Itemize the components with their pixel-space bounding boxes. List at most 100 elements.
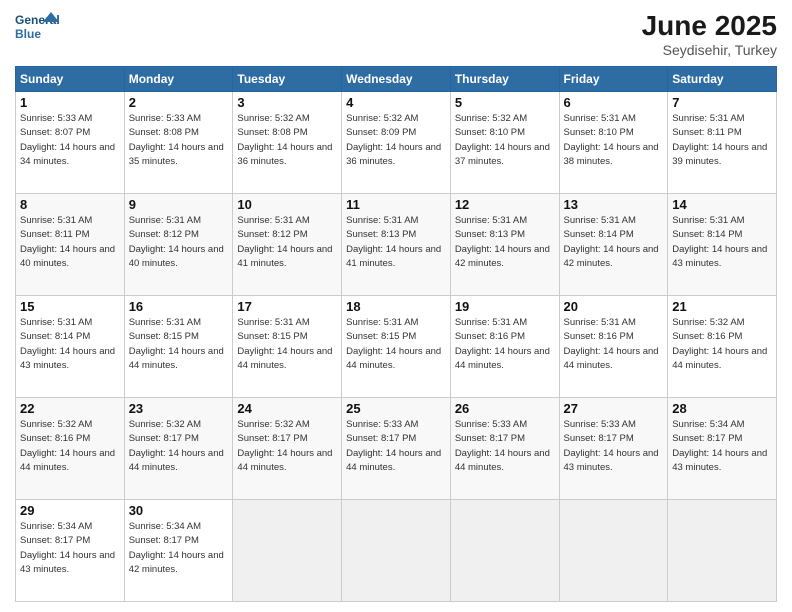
- day-number: 19: [455, 299, 555, 314]
- logo-svg: General Blue: [15, 10, 63, 46]
- day-cell: 5 Sunrise: 5:32 AMSunset: 8:10 PMDayligh…: [450, 92, 559, 194]
- day-info: Sunrise: 5:32 AMSunset: 8:10 PMDaylight:…: [455, 112, 555, 169]
- logo: General Blue: [15, 10, 63, 46]
- day-cell: 27 Sunrise: 5:33 AMSunset: 8:17 PMDaylig…: [559, 398, 668, 500]
- day-cell: 7 Sunrise: 5:31 AMSunset: 8:11 PMDayligh…: [668, 92, 777, 194]
- col-saturday: Saturday: [668, 67, 777, 92]
- day-cell: 25 Sunrise: 5:33 AMSunset: 8:17 PMDaylig…: [342, 398, 451, 500]
- day-number: 30: [129, 503, 229, 518]
- week-row-5: 29 Sunrise: 5:34 AMSunset: 8:17 PMDaylig…: [16, 500, 777, 602]
- day-number: 12: [455, 197, 555, 212]
- day-cell: 10 Sunrise: 5:31 AMSunset: 8:12 PMDaylig…: [233, 194, 342, 296]
- day-info: Sunrise: 5:34 AMSunset: 8:17 PMDaylight:…: [20, 520, 120, 577]
- day-info: Sunrise: 5:31 AMSunset: 8:11 PMDaylight:…: [672, 112, 772, 169]
- day-cell: 19 Sunrise: 5:31 AMSunset: 8:16 PMDaylig…: [450, 296, 559, 398]
- day-info: Sunrise: 5:33 AMSunset: 8:07 PMDaylight:…: [20, 112, 120, 169]
- day-info: Sunrise: 5:31 AMSunset: 8:12 PMDaylight:…: [129, 214, 229, 271]
- day-number: 4: [346, 95, 446, 110]
- day-cell: 30 Sunrise: 5:34 AMSunset: 8:17 PMDaylig…: [124, 500, 233, 602]
- day-info: Sunrise: 5:32 AMSunset: 8:09 PMDaylight:…: [346, 112, 446, 169]
- day-info: Sunrise: 5:31 AMSunset: 8:11 PMDaylight:…: [20, 214, 120, 271]
- col-friday: Friday: [559, 67, 668, 92]
- title-block: June 2025 Seydisehir, Turkey: [642, 10, 777, 58]
- day-info: Sunrise: 5:31 AMSunset: 8:14 PMDaylight:…: [564, 214, 664, 271]
- day-number: 10: [237, 197, 337, 212]
- day-cell: 9 Sunrise: 5:31 AMSunset: 8:12 PMDayligh…: [124, 194, 233, 296]
- day-cell: 16 Sunrise: 5:31 AMSunset: 8:15 PMDaylig…: [124, 296, 233, 398]
- day-info: Sunrise: 5:31 AMSunset: 8:16 PMDaylight:…: [564, 316, 664, 373]
- day-number: 22: [20, 401, 120, 416]
- day-number: 16: [129, 299, 229, 314]
- svg-text:Blue: Blue: [15, 27, 41, 41]
- day-info: Sunrise: 5:31 AMSunset: 8:15 PMDaylight:…: [129, 316, 229, 373]
- day-number: 2: [129, 95, 229, 110]
- day-info: Sunrise: 5:31 AMSunset: 8:13 PMDaylight:…: [346, 214, 446, 271]
- calendar: Sunday Monday Tuesday Wednesday Thursday…: [15, 66, 777, 602]
- day-cell: 14 Sunrise: 5:31 AMSunset: 8:14 PMDaylig…: [668, 194, 777, 296]
- day-cell: 6 Sunrise: 5:31 AMSunset: 8:10 PMDayligh…: [559, 92, 668, 194]
- day-cell: [450, 500, 559, 602]
- day-info: Sunrise: 5:32 AMSunset: 8:16 PMDaylight:…: [672, 316, 772, 373]
- day-info: Sunrise: 5:31 AMSunset: 8:15 PMDaylight:…: [237, 316, 337, 373]
- day-cell: [342, 500, 451, 602]
- day-cell: 26 Sunrise: 5:33 AMSunset: 8:17 PMDaylig…: [450, 398, 559, 500]
- day-info: Sunrise: 5:34 AMSunset: 8:17 PMDaylight:…: [129, 520, 229, 577]
- day-info: Sunrise: 5:31 AMSunset: 8:14 PMDaylight:…: [20, 316, 120, 373]
- day-number: 17: [237, 299, 337, 314]
- day-number: 15: [20, 299, 120, 314]
- week-row-3: 15 Sunrise: 5:31 AMSunset: 8:14 PMDaylig…: [16, 296, 777, 398]
- day-info: Sunrise: 5:33 AMSunset: 8:08 PMDaylight:…: [129, 112, 229, 169]
- day-cell: [668, 500, 777, 602]
- day-cell: 11 Sunrise: 5:31 AMSunset: 8:13 PMDaylig…: [342, 194, 451, 296]
- day-cell: 15 Sunrise: 5:31 AMSunset: 8:14 PMDaylig…: [16, 296, 125, 398]
- col-tuesday: Tuesday: [233, 67, 342, 92]
- day-number: 23: [129, 401, 229, 416]
- day-number: 21: [672, 299, 772, 314]
- day-number: 3: [237, 95, 337, 110]
- day-info: Sunrise: 5:32 AMSunset: 8:16 PMDaylight:…: [20, 418, 120, 475]
- day-info: Sunrise: 5:33 AMSunset: 8:17 PMDaylight:…: [564, 418, 664, 475]
- day-info: Sunrise: 5:32 AMSunset: 8:17 PMDaylight:…: [129, 418, 229, 475]
- day-number: 7: [672, 95, 772, 110]
- day-number: 20: [564, 299, 664, 314]
- day-number: 11: [346, 197, 446, 212]
- day-number: 5: [455, 95, 555, 110]
- day-number: 25: [346, 401, 446, 416]
- day-cell: 4 Sunrise: 5:32 AMSunset: 8:09 PMDayligh…: [342, 92, 451, 194]
- week-row-4: 22 Sunrise: 5:32 AMSunset: 8:16 PMDaylig…: [16, 398, 777, 500]
- day-number: 28: [672, 401, 772, 416]
- header: General Blue June 2025 Seydisehir, Turke…: [15, 10, 777, 58]
- day-cell: 17 Sunrise: 5:31 AMSunset: 8:15 PMDaylig…: [233, 296, 342, 398]
- day-number: 13: [564, 197, 664, 212]
- day-number: 18: [346, 299, 446, 314]
- day-cell: 24 Sunrise: 5:32 AMSunset: 8:17 PMDaylig…: [233, 398, 342, 500]
- day-cell: 8 Sunrise: 5:31 AMSunset: 8:11 PMDayligh…: [16, 194, 125, 296]
- day-number: 9: [129, 197, 229, 212]
- day-number: 24: [237, 401, 337, 416]
- day-number: 6: [564, 95, 664, 110]
- calendar-header-row: Sunday Monday Tuesday Wednesday Thursday…: [16, 67, 777, 92]
- day-number: 26: [455, 401, 555, 416]
- day-number: 1: [20, 95, 120, 110]
- month-title: June 2025: [642, 10, 777, 42]
- day-cell: 1 Sunrise: 5:33 AMSunset: 8:07 PMDayligh…: [16, 92, 125, 194]
- day-cell: 20 Sunrise: 5:31 AMSunset: 8:16 PMDaylig…: [559, 296, 668, 398]
- day-info: Sunrise: 5:31 AMSunset: 8:14 PMDaylight:…: [672, 214, 772, 271]
- col-thursday: Thursday: [450, 67, 559, 92]
- day-info: Sunrise: 5:34 AMSunset: 8:17 PMDaylight:…: [672, 418, 772, 475]
- day-info: Sunrise: 5:33 AMSunset: 8:17 PMDaylight:…: [455, 418, 555, 475]
- day-number: 29: [20, 503, 120, 518]
- day-info: Sunrise: 5:31 AMSunset: 8:13 PMDaylight:…: [455, 214, 555, 271]
- day-number: 14: [672, 197, 772, 212]
- day-number: 8: [20, 197, 120, 212]
- day-info: Sunrise: 5:31 AMSunset: 8:10 PMDaylight:…: [564, 112, 664, 169]
- col-wednesday: Wednesday: [342, 67, 451, 92]
- day-cell: 12 Sunrise: 5:31 AMSunset: 8:13 PMDaylig…: [450, 194, 559, 296]
- day-cell: [559, 500, 668, 602]
- col-sunday: Sunday: [16, 67, 125, 92]
- day-cell: 28 Sunrise: 5:34 AMSunset: 8:17 PMDaylig…: [668, 398, 777, 500]
- day-info: Sunrise: 5:33 AMSunset: 8:17 PMDaylight:…: [346, 418, 446, 475]
- day-cell: 21 Sunrise: 5:32 AMSunset: 8:16 PMDaylig…: [668, 296, 777, 398]
- day-info: Sunrise: 5:32 AMSunset: 8:08 PMDaylight:…: [237, 112, 337, 169]
- day-cell: 2 Sunrise: 5:33 AMSunset: 8:08 PMDayligh…: [124, 92, 233, 194]
